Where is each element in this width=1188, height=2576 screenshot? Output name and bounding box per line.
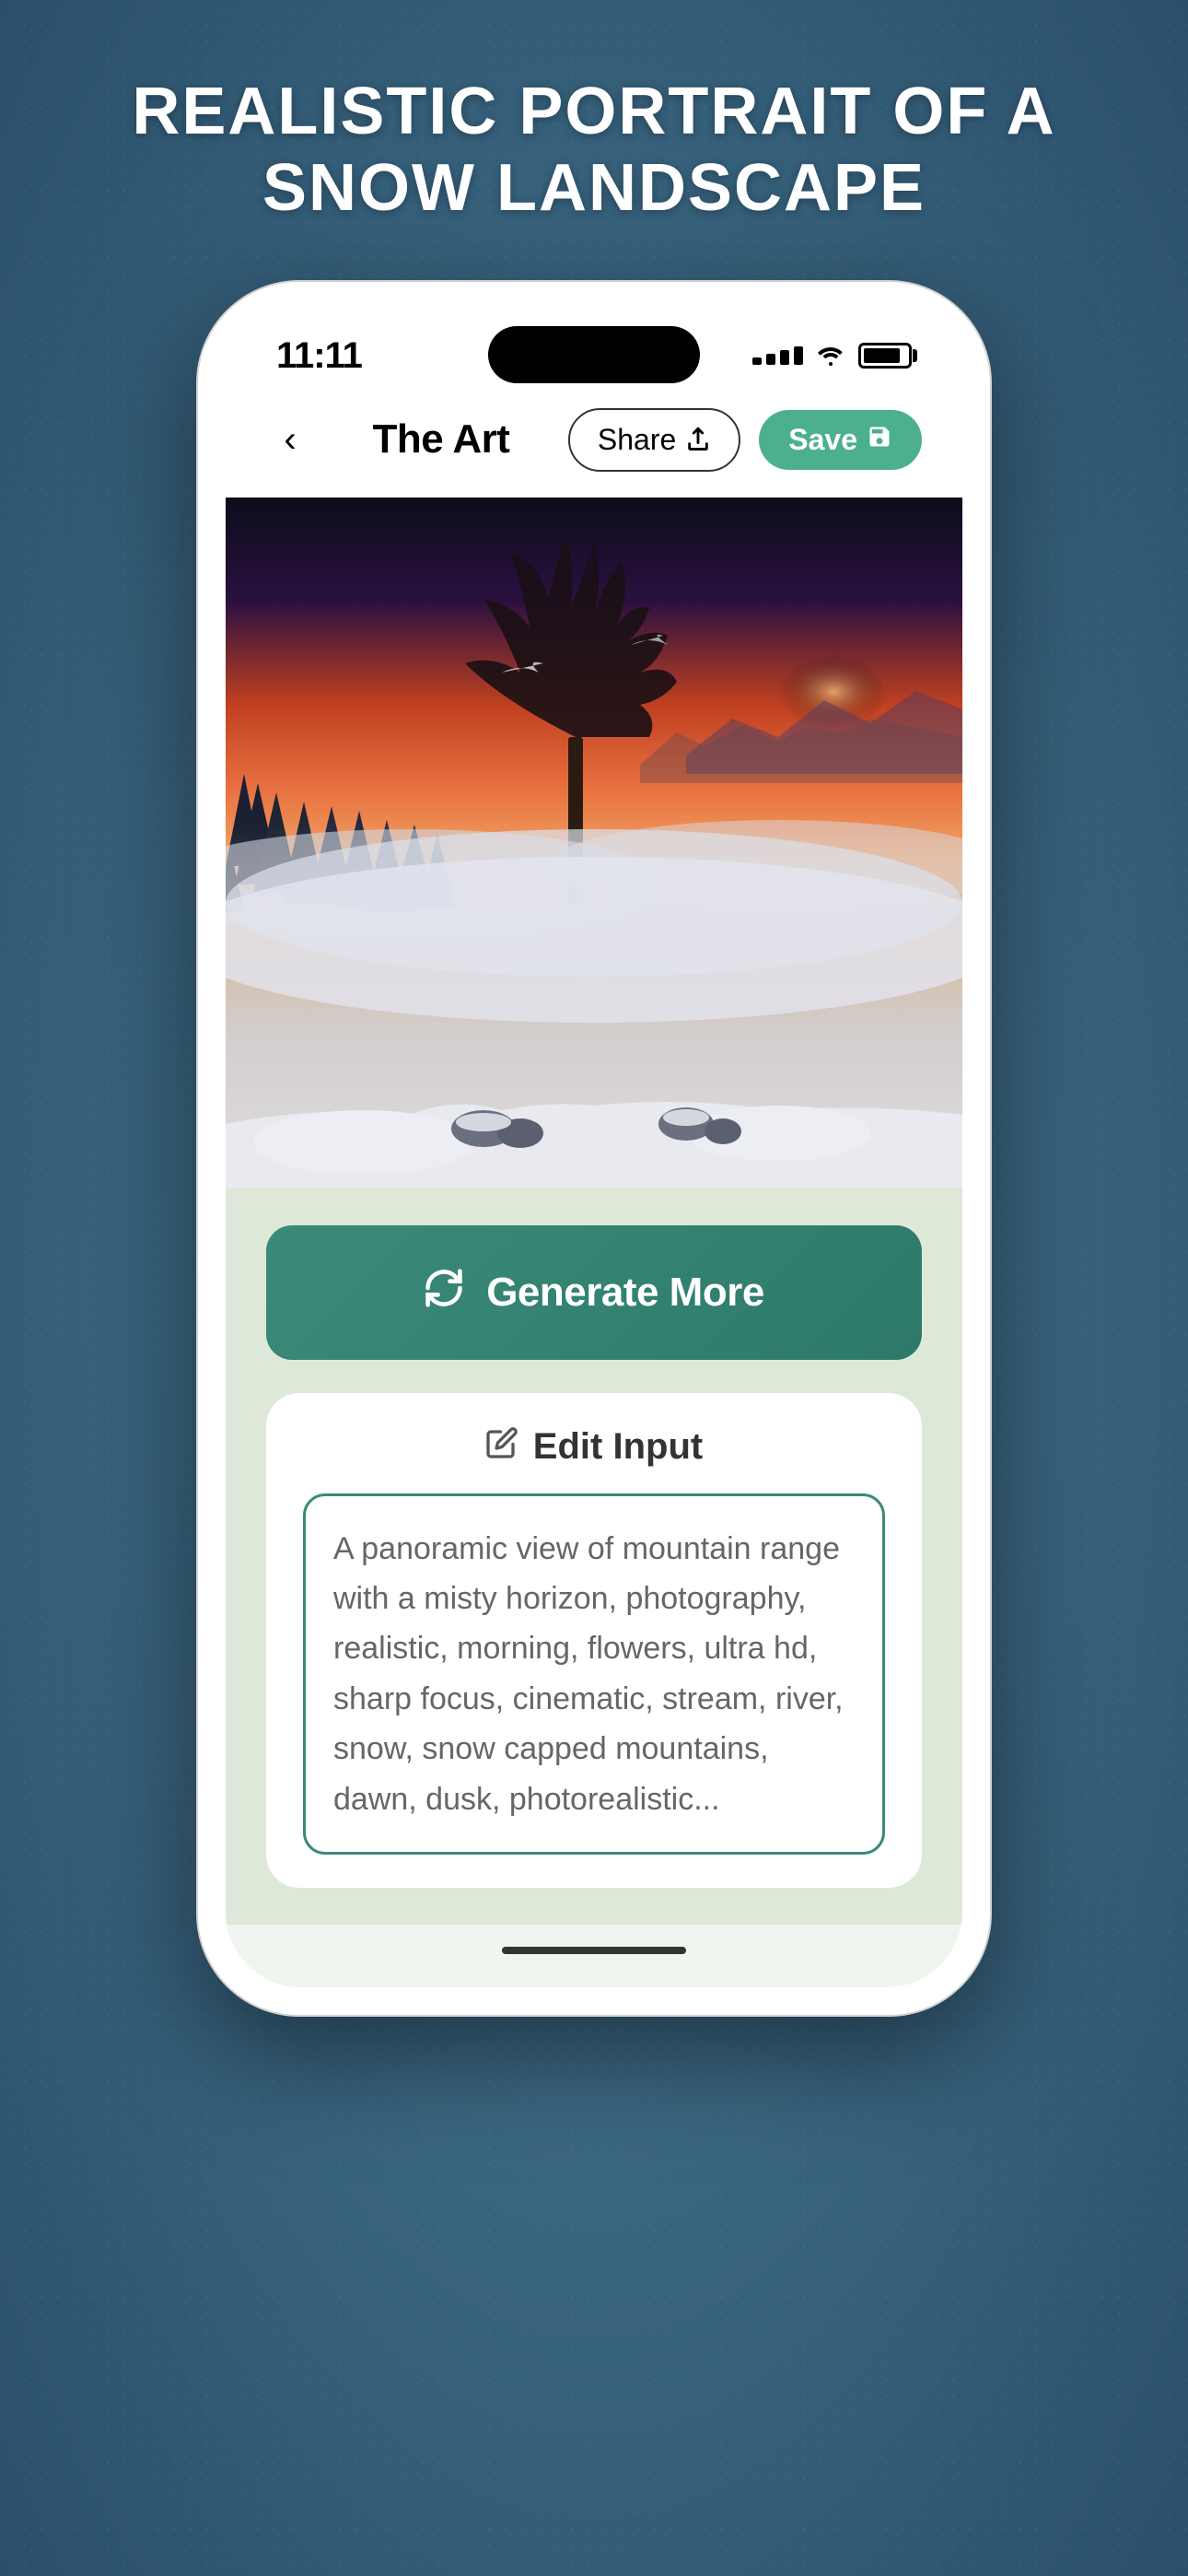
share-label: Share bbox=[598, 423, 676, 457]
edit-input-card: Edit Input A panoramic view of mountain … bbox=[266, 1393, 922, 1888]
battery-icon bbox=[858, 343, 912, 369]
status-icons bbox=[752, 339, 912, 373]
status-time: 11:11 bbox=[276, 335, 362, 377]
dynamic-island bbox=[488, 326, 700, 383]
content-area: Generate More Edit Input bbox=[226, 1188, 962, 1925]
phone-frame: 11:11 bbox=[198, 282, 990, 2015]
save-button[interactable]: Save bbox=[759, 410, 922, 470]
nav-bar: ‹ The Art Share Save bbox=[226, 393, 962, 498]
home-indicator bbox=[226, 1925, 962, 1987]
nav-actions: Share Save bbox=[568, 408, 922, 472]
phone-mockup: 11:11 bbox=[198, 282, 990, 2015]
edit-input-label: Edit Input bbox=[533, 1426, 703, 1468]
page-title: REALISTIC PORTRAIT OF A SNOW LANDSCAPE bbox=[58, 74, 1129, 227]
text-input[interactable]: A panoramic view of mountain range with … bbox=[303, 1493, 885, 1855]
save-label: Save bbox=[788, 423, 857, 457]
signal-icon bbox=[752, 346, 803, 365]
generate-icon bbox=[424, 1268, 464, 1317]
edit-icon bbox=[485, 1426, 518, 1468]
edit-input-header: Edit Input bbox=[303, 1426, 885, 1468]
input-text-content: A panoramic view of mountain range with … bbox=[333, 1524, 855, 1824]
landscape-image bbox=[226, 498, 962, 1188]
nav-title: The Art bbox=[373, 416, 510, 463]
share-icon bbox=[685, 427, 711, 452]
phone-screen: 11:11 bbox=[226, 310, 962, 1987]
status-bar: 11:11 bbox=[226, 310, 962, 393]
back-button[interactable]: ‹ bbox=[266, 416, 314, 463]
home-bar bbox=[502, 1947, 686, 1954]
save-icon bbox=[867, 424, 892, 456]
back-chevron-icon: ‹ bbox=[284, 421, 296, 458]
generate-label: Generate More bbox=[486, 1270, 764, 1316]
share-button[interactable]: Share bbox=[568, 408, 740, 472]
landscape-svg bbox=[226, 498, 962, 1188]
generate-more-button[interactable]: Generate More bbox=[266, 1225, 922, 1360]
wifi-icon bbox=[816, 339, 845, 373]
